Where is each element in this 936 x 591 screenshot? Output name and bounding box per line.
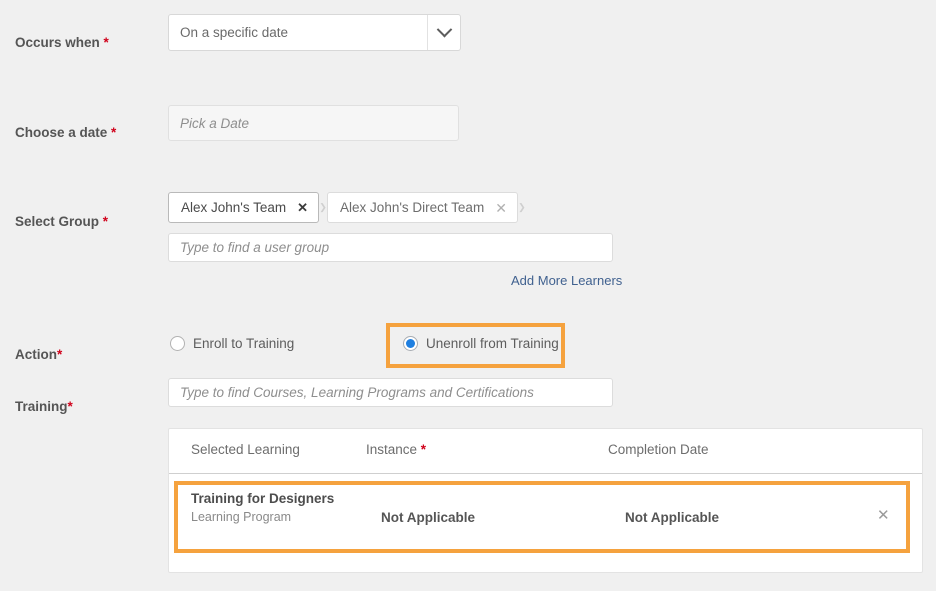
training-label: Training* — [15, 399, 165, 414]
radio-unenroll-from-training-label: Unenroll from Training — [426, 336, 559, 351]
radio-button-unselected-icon[interactable] — [170, 336, 185, 351]
choose-a-date-label: Choose a date * — [15, 125, 165, 140]
select-group-chip-list: Alex John's Team ✕ ❯ Alex John's Direct … — [168, 192, 526, 223]
column-header-instance-asterisk: * — [420, 442, 427, 457]
close-icon[interactable]: ✕ — [495, 201, 507, 215]
column-header-instance-text: Instance — [366, 442, 421, 457]
radio-enroll-to-training-label: Enroll to Training — [193, 336, 295, 351]
occurs-when-select[interactable]: On a specific date — [168, 14, 461, 51]
group-chip-label: Alex John's Direct Team — [340, 200, 485, 215]
radio-enroll-to-training[interactable]: Enroll to Training — [170, 336, 294, 351]
action-label-text: Action — [15, 347, 57, 362]
column-header-selected-learning-text: Selected Learning — [191, 442, 300, 457]
occurs-when-required-asterisk: * — [103, 35, 109, 50]
row-learning-type: Learning Program — [191, 510, 292, 524]
column-header-completion-date-text: Completion Date — [608, 442, 709, 457]
radio-unenroll-from-training[interactable]: Unenroll from Training — [403, 336, 559, 351]
field-row-choose-a-date: Choose a date * — [0, 84, 936, 174]
row-instance-value: Not Applicable — [381, 510, 476, 525]
training-required-asterisk: * — [67, 399, 73, 414]
action-label: Action* — [15, 347, 165, 362]
training-search-input[interactable] — [168, 378, 613, 407]
group-chip[interactable]: Alex John's Direct Team ✕ — [327, 192, 518, 223]
row-learning-name: Training for Designers — [191, 491, 335, 506]
table-row[interactable]: Training for Designers Learning Program … — [169, 473, 922, 549]
group-chip-label: Alex John's Team — [181, 200, 287, 215]
column-header-completion-date: Completion Date — [608, 442, 709, 457]
radio-button-selected-icon[interactable] — [403, 336, 418, 351]
training-label-text: Training — [15, 399, 68, 414]
chevron-down-icon[interactable] — [427, 15, 460, 50]
chip-separator-icon: ❯ — [319, 202, 327, 212]
occurs-when-select-value: On a specific date — [180, 25, 289, 40]
close-icon[interactable]: ✕ — [297, 201, 308, 214]
row-completion-date-value: Not Applicable — [625, 510, 720, 525]
table-header-row: Selected Learning Instance * Completion … — [169, 429, 922, 474]
select-group-label-text: Select Group — [15, 214, 103, 229]
choose-a-date-label-text: Choose a date — [15, 125, 112, 140]
column-header-selected-learning: Selected Learning — [191, 442, 300, 457]
select-group-label: Select Group * — [15, 214, 165, 229]
column-header-instance: Instance * — [366, 442, 426, 457]
choose-a-date-required-asterisk: * — [111, 125, 117, 140]
action-required-asterisk: * — [57, 347, 63, 362]
choose-a-date-input[interactable] — [168, 105, 459, 141]
group-chip[interactable]: Alex John's Team ✕ — [168, 192, 320, 223]
user-group-search-input[interactable] — [168, 233, 613, 262]
chip-separator-icon: ❯ — [518, 202, 526, 212]
selected-learning-table: Selected Learning Instance * Completion … — [168, 428, 923, 573]
occurs-when-label: Occurs when * — [15, 35, 165, 50]
field-row-occurs-when: Occurs when * On a specific date — [0, 0, 936, 84]
add-more-learners-link[interactable]: Add More Learners — [511, 273, 622, 288]
occurs-when-label-text: Occurs when — [15, 35, 104, 50]
remove-row-icon[interactable]: ✕ — [877, 508, 890, 523]
scheduled-action-form: Occurs when * On a specific date Choose … — [0, 0, 936, 591]
select-group-required-asterisk: * — [102, 214, 109, 229]
